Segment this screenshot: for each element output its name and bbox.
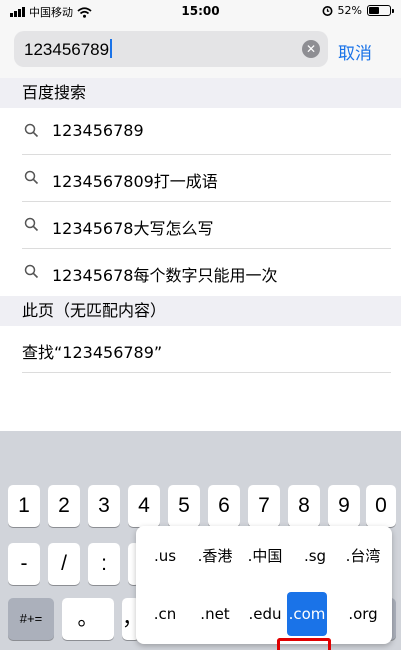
clear-icon[interactable]: ✕ [302, 40, 320, 58]
domain-option[interactable]: .net [192, 596, 238, 632]
key-colon[interactable]: : [88, 543, 120, 585]
key-1[interactable]: 1 [8, 485, 40, 527]
key-slash[interactable]: / [48, 543, 80, 585]
status-right: 52% [322, 4, 394, 17]
suggestion-row[interactable]: 12345678每个数字只能用一次 [0, 249, 401, 296]
suggestion-label: 12345678每个数字只能用一次 [52, 266, 278, 285]
key-4[interactable]: 4 [128, 485, 160, 527]
suggestion-label: 123456789 [52, 121, 144, 140]
search-input[interactable]: 123456789 ✕ [14, 31, 328, 67]
search-area: 123456789 ✕ 取消 [0, 22, 401, 78]
domain-option[interactable]: .edu [242, 596, 288, 632]
search-icon [24, 123, 39, 138]
key-0[interactable]: 0 [366, 485, 396, 527]
key-hyphen[interactable]: - [8, 543, 40, 585]
domain-option[interactable]: .org [340, 596, 386, 632]
battery-percent: 52% [337, 4, 362, 17]
baidu-section-header: 百度搜索 [0, 78, 401, 108]
domain-option[interactable]: .中国 [242, 538, 288, 574]
domain-option-selected[interactable]: .com [287, 592, 327, 636]
suggestion-label: 12345678大写怎么写 [52, 219, 214, 238]
search-icon [24, 264, 39, 279]
battery-fill [369, 7, 380, 14]
key-8[interactable]: 8 [288, 485, 320, 527]
suggestion-row[interactable]: 123456789 [0, 108, 401, 155]
key-7[interactable]: 7 [248, 485, 280, 527]
key-5[interactable]: 5 [168, 485, 200, 527]
domain-option[interactable]: .香港 [192, 538, 238, 574]
battery-icon [367, 5, 394, 16]
search-icon [24, 217, 39, 232]
divider [22, 372, 391, 373]
suggestion-row[interactable]: 12345678大写怎么写 [0, 202, 401, 249]
text-caret [110, 39, 113, 58]
key-6[interactable]: 6 [208, 485, 240, 527]
domain-option[interactable]: .台湾 [340, 538, 386, 574]
page-section-header: 此页（无匹配内容） [0, 296, 401, 326]
status-bar: 中国移动 15:00 52% [0, 0, 401, 22]
key-period[interactable]: 。 [62, 598, 114, 640]
cancel-button[interactable]: 取消 [338, 39, 372, 64]
domain-option[interactable]: .us [142, 538, 188, 574]
domain-option[interactable]: .cn [142, 596, 188, 632]
key-3[interactable]: 3 [88, 485, 120, 527]
suggestion-label: 1234567809打一成语 [52, 172, 218, 191]
find-in-page-row[interactable]: 查找“123456789” [0, 326, 401, 373]
key-9[interactable]: 9 [328, 485, 360, 527]
find-in-page-label: 查找“123456789” [22, 343, 163, 362]
key-2[interactable]: 2 [48, 485, 80, 527]
alarm-icon [322, 6, 333, 16]
suggestion-row[interactable]: 1234567809打一成语 [0, 155, 401, 202]
key-symbols[interactable]: #+= [8, 598, 54, 640]
annotation-highlight [277, 638, 331, 650]
domain-suffix-popup: .us .香港 .中国 .sg .台湾 .cn .net .edu .com .… [136, 526, 392, 644]
domain-option[interactable]: .sg [292, 538, 338, 574]
search-input-value: 123456789 [24, 39, 113, 60]
search-icon [24, 170, 39, 185]
